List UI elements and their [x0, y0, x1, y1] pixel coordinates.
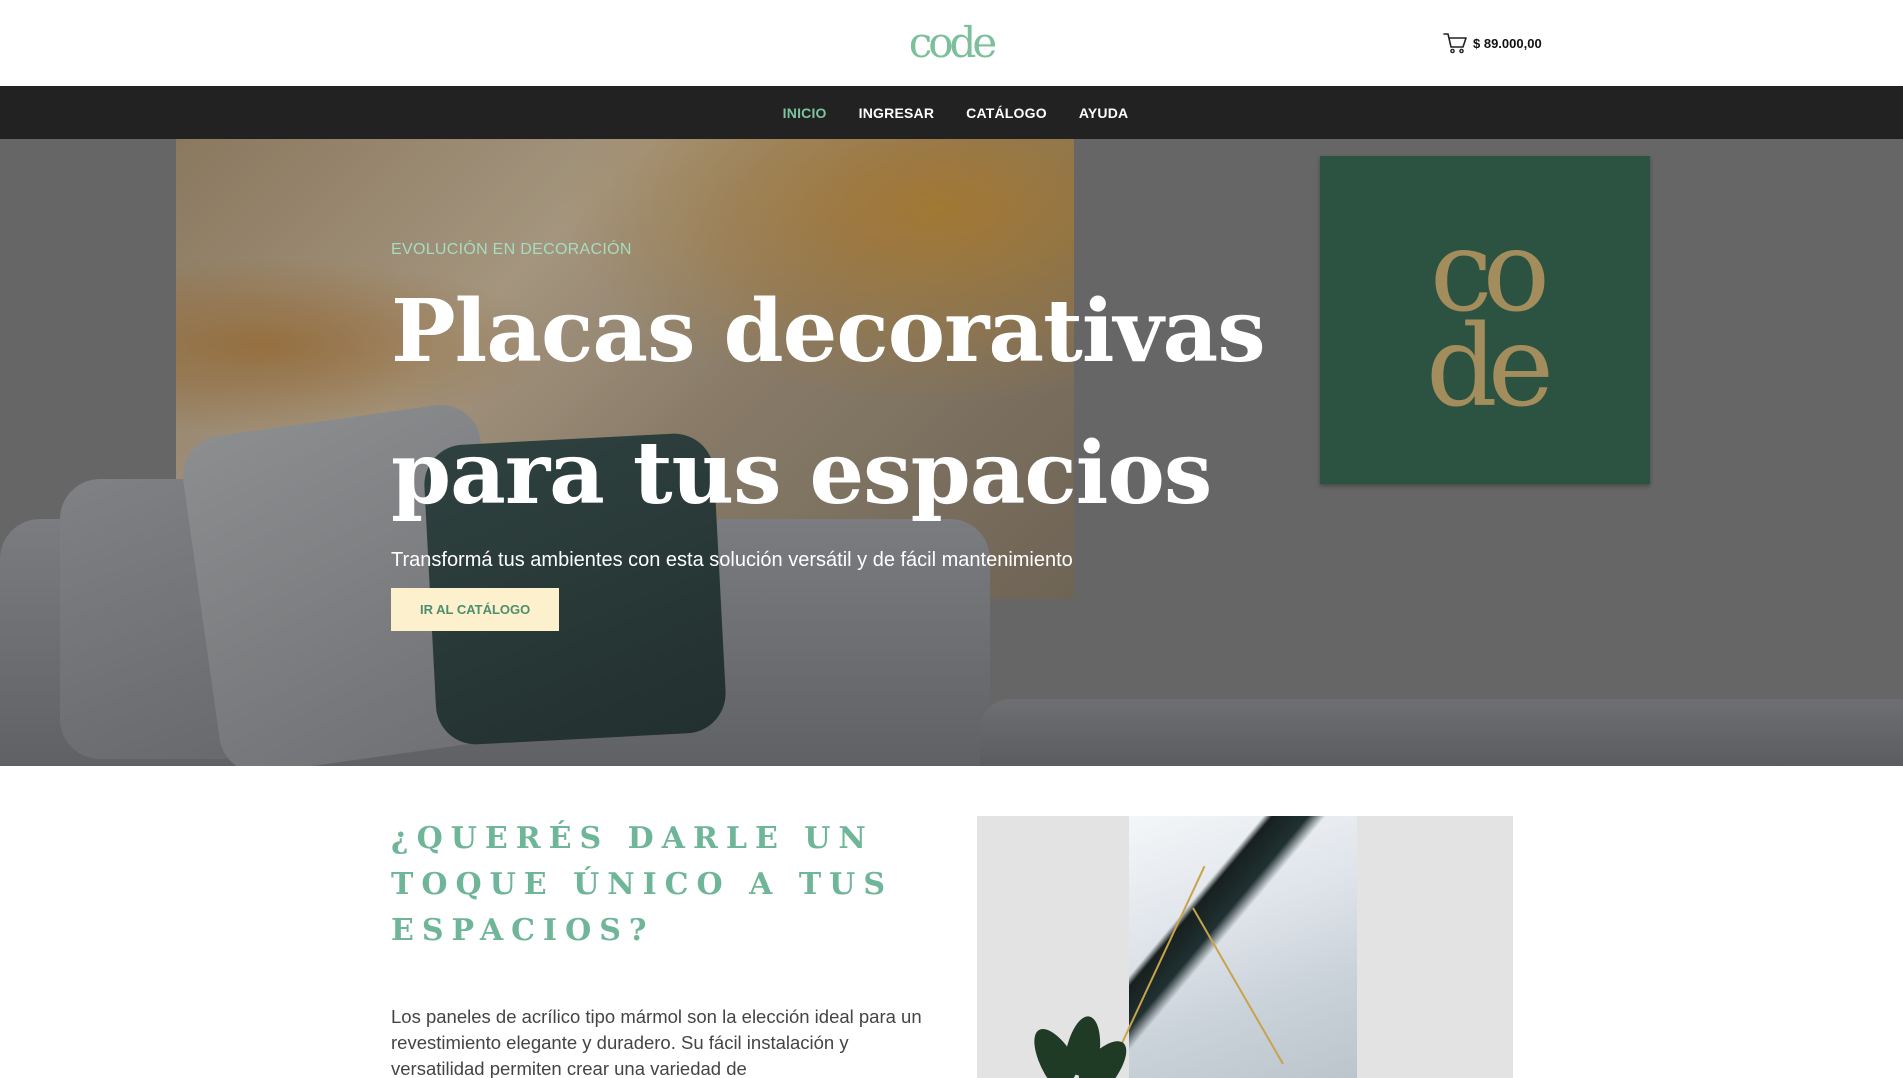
cart-icon: [1443, 33, 1467, 54]
about-heading: ¿QUERÉS DARLE UN TOQUE ÚNICO A TUS ESPAC…: [391, 821, 894, 948]
frame-logo-line: de: [1426, 302, 1554, 432]
hero-title: Placas decorativas para tus espacios: [391, 261, 1291, 545]
cart-total: $ 89.000,00: [1473, 35, 1542, 51]
hero-eyebrow: EVOLUCIÓN EN DECORACIÓN: [391, 241, 632, 258]
site-logo[interactable]: code: [900, 14, 1002, 72]
nav-item-inicio[interactable]: INICIO: [783, 105, 827, 121]
framed-logo-image: co de: [1320, 156, 1650, 484]
hero-title-line: Placas decorativas: [391, 281, 1266, 382]
catalog-button[interactable]: IR AL CATÁLOGO: [391, 588, 560, 631]
nav-item-ayuda[interactable]: AYUDA: [1079, 105, 1129, 121]
plant-image: [1017, 1013, 1137, 1078]
hero-title-line: para tus espacios: [391, 423, 1212, 524]
hero-banner: co de EVOLUCIÓN EN DECORACIÓN Placas dec…: [0, 139, 1903, 766]
nav-item-catalogo[interactable]: CATÁLOGO: [966, 105, 1047, 121]
nav-item-ingresar[interactable]: INGRESAR: [859, 105, 935, 121]
marble-panel-image: [977, 816, 1513, 1078]
nav-list: INICIO INGRESAR CATÁLOGO AYUDA: [783, 105, 1129, 121]
cart-button[interactable]: $ 89.000,00: [1443, 30, 1542, 56]
about-text: Los paneles de acrílico tipo mármol son …: [391, 1006, 922, 1078]
about-section: ¿QUERÉS DARLE UN TOQUE ÚNICO A TUS ESPAC…: [0, 766, 1903, 1078]
site-header: code $ 89.000,00: [0, 0, 1903, 86]
frame-logo: co de: [1426, 216, 1554, 432]
hero-content: EVOLUCIÓN EN DECORACIÓN Placas decorativ…: [391, 241, 1291, 631]
main-nav: INICIO INGRESAR CATÁLOGO AYUDA: [0, 86, 1903, 139]
marble-panel: [1129, 816, 1357, 1078]
sofa-image-right: [980, 699, 1903, 766]
hero-subtitle: Transformá tus ambientes con esta soluci…: [391, 549, 1073, 571]
logo-text: code: [908, 18, 998, 67]
